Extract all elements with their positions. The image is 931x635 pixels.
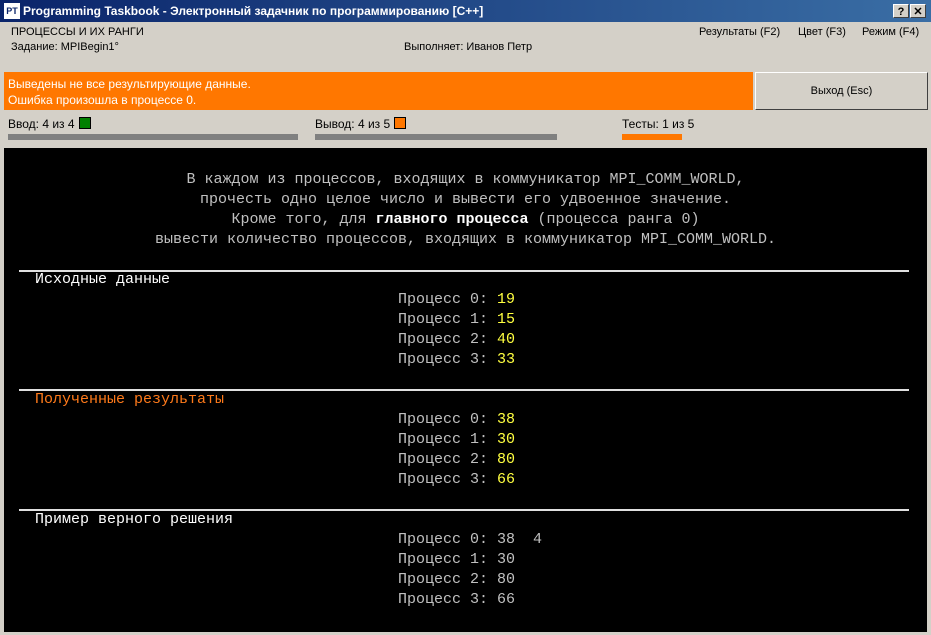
window-title: Programming Taskbook - Электронный задач… — [23, 4, 484, 18]
input-status-label: Ввод: 4 из 4 — [8, 117, 75, 131]
output-status-indicator — [394, 117, 407, 129]
exit-button[interactable]: Выход (Esc) — [755, 72, 928, 110]
example-row-label: Процесс 2: — [398, 571, 489, 588]
input-row-value: 33 — [497, 351, 516, 368]
error-line-1: Выведены не все результирующие данные. — [8, 77, 251, 91]
input-row-value: 19 — [497, 291, 516, 308]
example-section-title: Пример верного решения — [35, 511, 234, 528]
example-row-value: 66 — [497, 591, 516, 608]
input-status: Ввод: 4 из 4 — [8, 117, 91, 131]
output-status-label: Вывод: 4 из 5 — [315, 117, 391, 131]
task-console: В каждом из процессов, входящих в коммун… — [4, 148, 927, 632]
task-text-line-1: В каждом из процессов, входящих в коммун… — [186, 171, 745, 188]
result-row: Процесс 2: 80 — [398, 450, 515, 470]
example-row-value: 80 — [497, 571, 516, 588]
input-row-value: 40 — [497, 331, 516, 348]
input-row-label: Процесс 0: — [398, 291, 489, 308]
menu-mode[interactable]: Режим (F4) — [862, 26, 919, 38]
input-row: Процесс 0: 19 — [398, 290, 515, 310]
result-row-label: Процесс 0: — [398, 411, 489, 428]
task-text-line-2: прочесть одно целое число и вывести его … — [199, 191, 732, 208]
result-row-label: Процесс 3: — [398, 471, 489, 488]
input-progress-bar — [8, 134, 298, 140]
input-row-label: Процесс 2: — [398, 331, 489, 348]
tests-progress-bar — [622, 134, 682, 140]
example-row-value: 30 — [497, 551, 516, 568]
output-progress-bar — [315, 134, 557, 140]
performer: Выполняет: Иванов Петр — [404, 41, 533, 53]
example-row-label: Процесс 1: — [398, 551, 489, 568]
menu-color[interactable]: Цвет (F3) — [798, 26, 846, 38]
error-panel: Выведены не все результирующие данные. О… — [4, 72, 753, 110]
input-row: Процесс 1: 15 — [398, 310, 515, 330]
input-status-indicator — [78, 117, 91, 129]
example-row: Процесс 2: 80 — [398, 570, 515, 590]
result-row: Процесс 0: 38 — [398, 410, 515, 430]
example-row: Процесс 3: 66 — [398, 590, 515, 610]
app-icon: PT — [4, 3, 20, 19]
example-row: Процесс 1: 30 — [398, 550, 515, 570]
result-row-value: 80 — [497, 451, 516, 468]
example-row: Процесс 0: 38 4 — [398, 530, 542, 550]
close-button[interactable]: ✕ — [910, 4, 926, 18]
task-text-line-3-pre: Кроме того, для — [231, 211, 376, 228]
result-row: Процесс 3: 66 — [398, 470, 515, 490]
result-row-value: 66 — [497, 471, 516, 488]
input-row: Процесс 3: 33 — [398, 350, 515, 370]
tests-status: Тесты: 1 из 5 — [622, 117, 695, 131]
title-bar: PT Programming Taskbook - Электронный за… — [0, 0, 931, 22]
task-text-line-4: вывести количество процессов, входящих в… — [154, 231, 777, 248]
menu-results[interactable]: Результаты (F2) — [699, 26, 780, 38]
example-row-label: Процесс 0: — [398, 531, 489, 548]
result-row-label: Процесс 2: — [398, 451, 489, 468]
input-row-label: Процесс 1: — [398, 311, 489, 328]
result-row-label: Процесс 1: — [398, 431, 489, 448]
output-status: Вывод: 4 из 5 — [315, 117, 407, 131]
example-row-label: Процесс 3: — [398, 591, 489, 608]
result-row-value: 38 — [497, 411, 516, 428]
help-button[interactable]: ? — [893, 4, 909, 18]
task-text-line-3-bold: главного процесса — [375, 211, 529, 228]
result-row-value: 30 — [497, 431, 516, 448]
input-row-value: 15 — [497, 311, 516, 328]
input-row: Процесс 2: 40 — [398, 330, 515, 350]
task-text-line-3-post: (процесса ранга 0) — [528, 211, 700, 228]
task-text-line-3: Кроме того, для главного процесса (проце… — [4, 210, 927, 230]
input-row-label: Процесс 3: — [398, 351, 489, 368]
result-row: Процесс 1: 30 — [398, 430, 515, 450]
task-name: Задание: MPIBegin1° — [11, 41, 119, 53]
results-section-title: Полученные результаты — [35, 391, 225, 408]
error-line-2: Ошибка произошла в процессе 0. — [8, 93, 197, 107]
example-row-value: 38 4 — [497, 531, 543, 548]
input-section-title: Исходные данные — [35, 271, 171, 288]
task-group: ПРОЦЕССЫ И ИХ РАНГИ — [11, 26, 144, 38]
